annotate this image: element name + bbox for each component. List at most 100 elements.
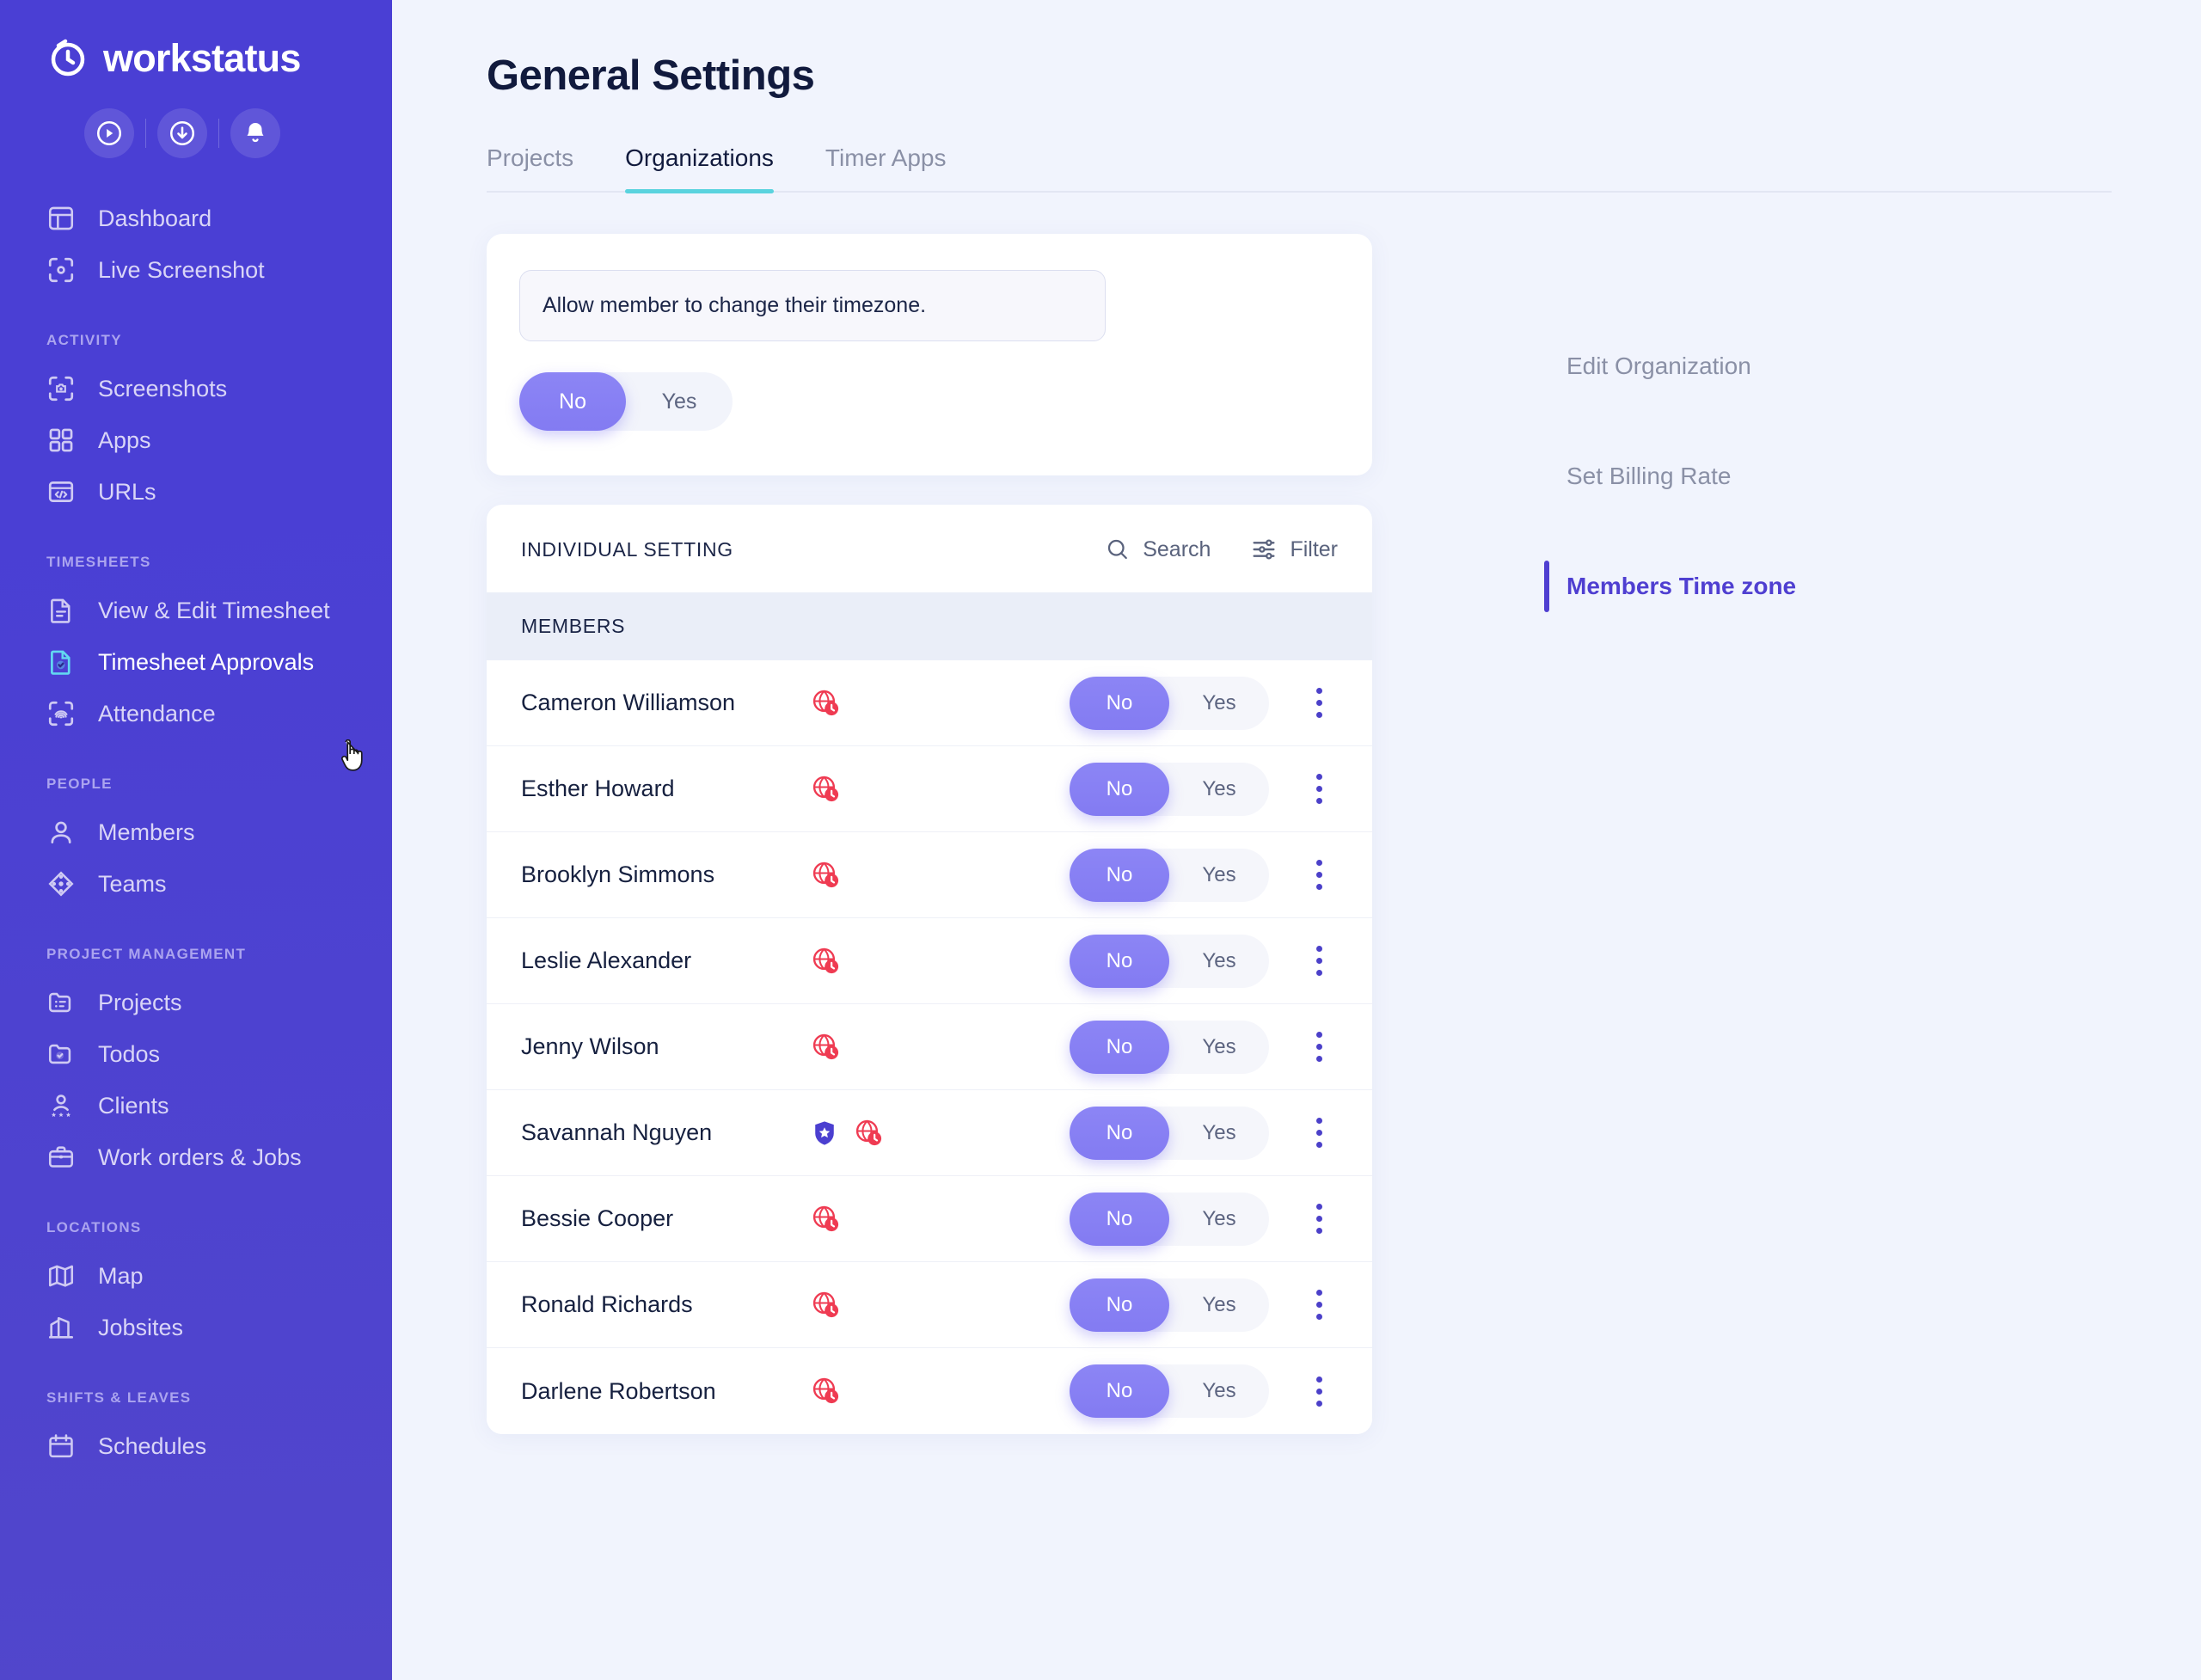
sidebar-section-project-management: PROJECT MANAGEMENT — [46, 946, 247, 962]
panel-item-members-time-zone[interactable]: Members Time zone — [1544, 555, 1796, 617]
tab-bar: Projects Organizations Timer Apps — [487, 144, 2112, 193]
member-toggle-group[interactable]: No Yes — [1070, 676, 1269, 730]
sidebar-item-map[interactable]: Map — [0, 1250, 392, 1302]
row-menu-button[interactable] — [1300, 1204, 1338, 1234]
sidebar-item-members[interactable]: Members — [0, 806, 392, 858]
sidebar-item-label: Schedules — [98, 1432, 207, 1459]
member-toggle-no[interactable]: No — [1070, 1020, 1169, 1074]
brand-name: workstatus — [103, 35, 301, 80]
member-name: Leslie Alexander — [521, 947, 692, 973]
timezone-toggle-yes[interactable]: Yes — [626, 372, 733, 431]
member-name: Darlene Robertson — [521, 1377, 716, 1404]
content-row: Allow member to change their timezone. N… — [487, 193, 2201, 1434]
member-toggle-group[interactable]: No Yes — [1070, 934, 1269, 988]
search-label: Search — [1143, 536, 1211, 561]
timezone-toggle-group[interactable]: No Yes — [519, 372, 733, 431]
search-button[interactable]: Search — [1105, 536, 1211, 562]
sidebar-item-view-edit-timesheet[interactable]: View & Edit Timesheet — [0, 585, 392, 636]
live-screenshot-icon — [46, 255, 76, 285]
sidebar-item-label: Members — [98, 819, 195, 845]
sidebar-item-apps[interactable]: Apps — [0, 414, 392, 466]
row-menu-button[interactable] — [1300, 946, 1338, 976]
sidebar-item-jobsites[interactable]: Jobsites — [0, 1302, 392, 1353]
sidebar-item-label: Live Screenshot — [98, 256, 265, 283]
play-circle-icon — [96, 120, 122, 146]
filter-button[interactable]: Filter — [1250, 536, 1338, 563]
start-timer-button[interactable] — [84, 108, 134, 158]
table-row: Savannah Nguyen No Yes — [487, 1090, 1372, 1176]
sidebar-item-schedules[interactable]: Schedules — [0, 1420, 392, 1472]
row-menu-button[interactable] — [1300, 774, 1338, 804]
page-title: General Settings — [487, 52, 815, 99]
member-toggle-yes[interactable]: Yes — [1169, 677, 1269, 730]
member-toggle-no[interactable]: No — [1070, 934, 1169, 988]
sidebar-item-projects[interactable]: Projects — [0, 977, 392, 1028]
sidebar-item-urls[interactable]: URLs — [0, 466, 392, 518]
row-menu-button[interactable] — [1300, 1032, 1338, 1062]
member-toggle-group[interactable]: No Yes — [1070, 1106, 1269, 1160]
member-toggle-group[interactable]: No Yes — [1070, 1192, 1269, 1246]
sidebar-item-label: Jobsites — [98, 1314, 184, 1340]
member-toggle-yes[interactable]: Yes — [1169, 1107, 1269, 1160]
member-badges — [810, 1289, 1070, 1321]
filter-sliders-icon — [1253, 539, 1275, 560]
row-menu-button[interactable] — [1300, 688, 1338, 718]
panel-item-set-billing-rate[interactable]: Set Billing Rate — [1544, 445, 1796, 507]
fingerprint-icon — [46, 699, 76, 728]
member-toggle-no[interactable]: No — [1070, 1192, 1169, 1246]
member-toggle-yes[interactable]: Yes — [1169, 1021, 1269, 1074]
sidebar-item-screenshots[interactable]: Screenshots — [0, 363, 392, 414]
table-row: Ronald Richards No Yes — [487, 1262, 1372, 1348]
row-menu-button[interactable] — [1300, 860, 1338, 890]
panel-item-edit-organization[interactable]: Edit Organization — [1544, 335, 1796, 397]
brand[interactable]: workstatus — [0, 31, 392, 79]
sidebar-item-work-orders-jobs[interactable]: Work orders & Jobs — [0, 1131, 392, 1183]
member-toggle-yes[interactable]: Yes — [1169, 1364, 1269, 1418]
member-toggle-no[interactable]: No — [1070, 762, 1169, 816]
sidebar-item-dashboard[interactable]: Dashboard — [0, 193, 392, 244]
quick-actions — [0, 108, 392, 158]
member-toggle-group[interactable]: No Yes — [1070, 1278, 1269, 1332]
sidebar-item-teams[interactable]: Teams — [0, 858, 392, 910]
member-toggle-no[interactable]: No — [1070, 1278, 1169, 1332]
map-icon — [46, 1261, 76, 1291]
member-toggle-no[interactable]: No — [1070, 676, 1169, 730]
row-menu-button[interactable] — [1300, 1376, 1338, 1407]
member-toggle-group[interactable]: No Yes — [1070, 1364, 1269, 1418]
member-name: Savannah Nguyen — [521, 1119, 713, 1145]
sidebar-item-attendance[interactable]: Attendance — [0, 688, 392, 739]
sidebar-item-todos[interactable]: Todos — [0, 1028, 392, 1080]
member-toggle-yes[interactable]: Yes — [1169, 935, 1269, 988]
notifications-button[interactable] — [230, 108, 280, 158]
member-toggle-no[interactable]: No — [1070, 848, 1169, 902]
download-button[interactable] — [157, 108, 207, 158]
member-badges — [810, 773, 1070, 806]
bell-icon — [247, 123, 264, 143]
sidebar-item-timesheet-approvals[interactable]: Timesheet Approvals — [0, 636, 392, 688]
sidebar-item-label: Clients — [98, 1092, 169, 1119]
member-toggle-group[interactable]: No Yes — [1070, 848, 1269, 902]
tab-projects[interactable]: Projects — [487, 144, 603, 191]
sidebar-item-live-screenshot[interactable]: Live Screenshot — [0, 244, 392, 296]
main-content: General Settings Projects Organizations … — [392, 0, 2201, 1680]
timezone-setting-card: Allow member to change their timezone. N… — [487, 234, 1372, 475]
member-toggle-yes[interactable]: Yes — [1169, 1278, 1269, 1332]
folder-list-icon — [46, 988, 76, 1017]
document-lines-icon — [46, 596, 76, 625]
member-toggle-yes[interactable]: Yes — [1169, 1193, 1269, 1246]
download-circle-icon — [169, 120, 195, 146]
tab-organizations[interactable]: Organizations — [625, 144, 803, 193]
member-toggle-yes[interactable]: Yes — [1169, 849, 1269, 902]
member-toggle-no[interactable]: No — [1070, 1364, 1169, 1418]
member-toggle-group[interactable]: No Yes — [1070, 762, 1269, 816]
member-toggle-yes[interactable]: Yes — [1169, 763, 1269, 816]
sidebar-item-clients[interactable]: Clients — [0, 1080, 392, 1131]
tab-timer-apps[interactable]: Timer Apps — [825, 144, 976, 191]
timezone-toggle-no[interactable]: No — [519, 372, 626, 431]
row-menu-button[interactable] — [1300, 1290, 1338, 1320]
member-toggle-group[interactable]: No Yes — [1070, 1020, 1269, 1074]
member-toggle-no[interactable]: No — [1070, 1106, 1169, 1160]
row-menu-button[interactable] — [1300, 1118, 1338, 1148]
sidebar-item-label: Timesheet Approvals — [98, 648, 315, 675]
individual-setting-title: INDIVIDUAL SETTING — [521, 537, 733, 561]
